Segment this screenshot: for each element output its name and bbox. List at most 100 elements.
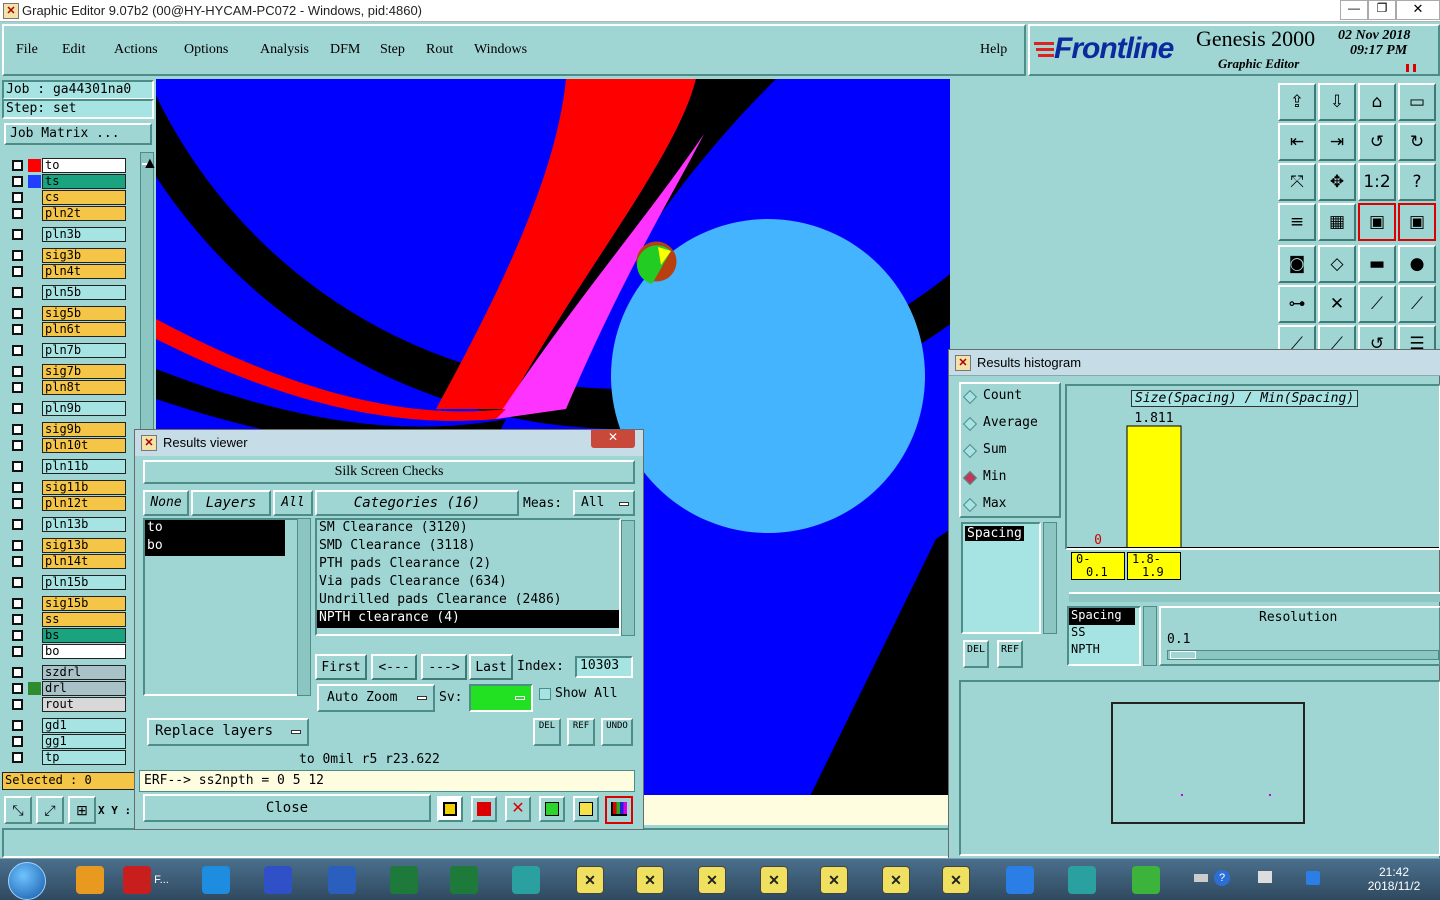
layer-name[interactable]: drl (42, 681, 126, 696)
layer-checkbox[interactable] (12, 683, 23, 694)
layer-checkbox[interactable] (12, 646, 23, 657)
layer-checkbox[interactable] (12, 461, 23, 472)
layer-checkbox[interactable] (12, 403, 23, 414)
taskbar-viewer-app-icon[interactable] (498, 860, 554, 900)
histo-del-button[interactable]: DEL (963, 640, 989, 668)
sv-color-select[interactable] (469, 684, 533, 712)
layer-row[interactable]: pln6t (8, 322, 126, 337)
layer-name[interactable]: sig9b (42, 422, 126, 437)
histogram-icon[interactable] (605, 796, 633, 824)
zoom-fit-icon[interactable]: ⤧ (1278, 163, 1316, 201)
layer-name[interactable]: cs (42, 190, 126, 205)
radio-icon[interactable] (962, 497, 978, 513)
help-icon[interactable]: ? (1214, 870, 1230, 886)
layer-checkbox[interactable] (12, 498, 23, 509)
layer-row[interactable]: pln4t (8, 264, 126, 279)
move-left-icon[interactable]: ⇤ (1278, 123, 1316, 161)
radio-icon[interactable] (962, 443, 978, 459)
maximize-button[interactable]: ❐ (1368, 0, 1396, 20)
grid-icon[interactable]: ▦ (1318, 203, 1356, 241)
menu-options[interactable]: Options (184, 42, 260, 58)
layer-checkbox[interactable] (12, 614, 23, 625)
layer-checkbox[interactable] (12, 192, 23, 203)
layer-name[interactable]: tp (42, 750, 126, 765)
layer-name[interactable]: pln6t (42, 322, 126, 337)
zoom-fit-icon[interactable]: ⤡ (4, 796, 32, 824)
layer-name[interactable]: ts (42, 174, 126, 189)
histogram-hscroll[interactable] (1069, 592, 1440, 602)
layer-checkbox[interactable] (12, 287, 23, 298)
taskbar-genesis-app-icon[interactable]: F... (118, 860, 174, 900)
category-item[interactable]: Via pads Clearance (634) (317, 574, 619, 592)
category-item[interactable]: SMD Clearance (3118) (317, 538, 619, 556)
feature-icon[interactable]: ◙ (1278, 245, 1316, 283)
layer-name[interactable]: sig15b (42, 596, 126, 611)
measure-icon[interactable] (437, 796, 463, 822)
histogram-category[interactable]: 1.8- 1.9 (1127, 552, 1181, 580)
layer-row[interactable]: sig13b (8, 538, 126, 553)
viewer-layer-list[interactable]: to bo (143, 518, 299, 696)
layer-row[interactable]: pln8t (8, 380, 126, 395)
radio-icon[interactable] (962, 389, 978, 405)
taskbar-excel-icon[interactable] (376, 860, 432, 900)
category-list[interactable]: SM Clearance (3120) SMD Clearance (3118) P… (315, 518, 621, 636)
layer-row[interactable]: bo (8, 644, 126, 659)
layer-row[interactable]: sig9b (8, 422, 126, 437)
category-item[interactable]: NPTH clearance (4) (317, 610, 619, 628)
line-icon[interactable]: ⟋ (1358, 285, 1396, 323)
net-icon[interactable]: ⊶ (1278, 285, 1316, 323)
taskbar-frontline-f-icon[interactable] (1118, 860, 1174, 900)
layer-row[interactable]: ts (8, 174, 126, 189)
last-button[interactable]: Last (469, 654, 513, 680)
layer-checkbox[interactable] (12, 250, 23, 261)
layer-checkbox[interactable] (12, 630, 23, 641)
first-button[interactable]: First (315, 654, 367, 680)
layer-name[interactable]: pln8t (42, 380, 126, 395)
home-icon[interactable]: ⌂ (1358, 83, 1396, 121)
layer-row[interactable]: szdrl (8, 665, 126, 680)
taskbar-save-disk-icon[interactable] (250, 860, 306, 900)
layer-checkbox[interactable] (12, 266, 23, 277)
layer-row[interactable]: sig3b (8, 248, 126, 263)
spacing-list-item[interactable]: Spacing (965, 526, 1024, 541)
layer-checkbox[interactable] (12, 345, 23, 356)
close-button[interactable]: ✕ (1396, 0, 1440, 20)
redo-view-icon[interactable]: ↻ (1398, 123, 1436, 161)
category-scrollbar[interactable] (621, 520, 635, 636)
viewer-layer-item[interactable]: bo (145, 538, 285, 556)
layer-row[interactable]: pln2t (8, 206, 126, 221)
layers-all-button[interactable]: All (273, 490, 313, 516)
keyboard-icon[interactable] (1194, 874, 1208, 882)
layer-checkbox[interactable] (12, 667, 23, 678)
layer-row[interactable]: drl (8, 681, 126, 696)
help-icon[interactable]: ? (1398, 163, 1436, 201)
snap-icon[interactable]: ▣ (1358, 203, 1396, 241)
layer-row[interactable]: bs (8, 628, 126, 643)
layer-name[interactable]: pln2t (42, 206, 126, 221)
flag-icon[interactable] (1258, 871, 1272, 883)
minimize-button[interactable]: — (1340, 0, 1368, 20)
layer-checkbox[interactable] (12, 577, 23, 588)
layer-checkbox[interactable] (12, 160, 23, 171)
layer-name[interactable]: pln3b (42, 227, 126, 242)
layer-name[interactable]: pln14t (42, 554, 126, 569)
viewer-layer-scrollbar[interactable] (297, 518, 311, 696)
taskbar-ie-icon[interactable] (188, 860, 244, 900)
pad-icon[interactable]: ● (1398, 245, 1436, 283)
layer-checkbox[interactable] (12, 208, 23, 219)
taskbar-x-window-icon-3[interactable]: ✕ (684, 860, 740, 900)
spacing-list-1-scrollbar[interactable] (1043, 522, 1057, 634)
radio-selected-icon[interactable] (962, 470, 978, 486)
layer-checkbox[interactable] (12, 176, 23, 187)
layer-row[interactable]: gd1 (8, 718, 126, 733)
layer-name[interactable]: bs (42, 628, 126, 643)
delete-results-icon[interactable]: ✕ (505, 796, 531, 822)
layer-name[interactable]: pln5b (42, 285, 126, 300)
viewer-undo-button[interactable]: UNDO (601, 718, 633, 746)
menu-help[interactable]: Help (980, 42, 1007, 58)
notes-icon[interactable] (573, 796, 599, 822)
viewer-ref-button[interactable]: REF (567, 718, 595, 746)
layer-checkbox[interactable] (12, 598, 23, 609)
taskbar-messenger-icon[interactable] (992, 860, 1048, 900)
layer-name[interactable]: sig3b (42, 248, 126, 263)
